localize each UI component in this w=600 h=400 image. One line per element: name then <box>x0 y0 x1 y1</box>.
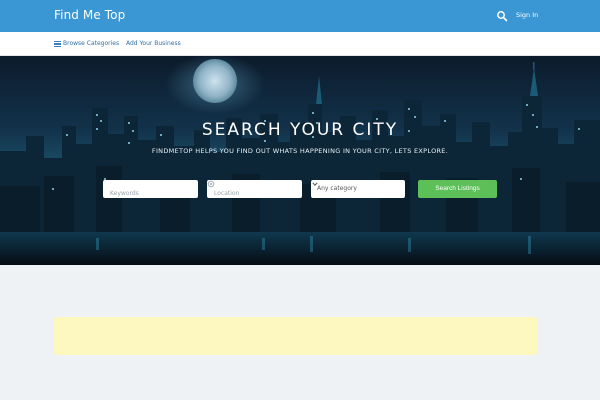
browse-categories-link[interactable]: Browse Categories <box>63 40 119 47</box>
hero-subtitle: FINDMETOP HELPS YOU FIND OUT WHATS HAPPE… <box>151 147 449 155</box>
hero-title: SEARCH YOUR CITY <box>201 120 399 140</box>
chevron-down-icon <box>312 182 318 186</box>
city-skyline-image <box>0 56 600 265</box>
location-input[interactable] <box>207 184 302 203</box>
category-select-value: Any category <box>317 185 357 192</box>
sign-in-link[interactable]: Sign In <box>516 11 538 19</box>
location-field[interactable] <box>207 180 302 203</box>
locate-me-icon[interactable] <box>207 180 215 188</box>
search-listings-button[interactable]: Search Listings <box>418 180 497 198</box>
add-business-link[interactable]: Add Your Business <box>126 40 181 47</box>
site-logo-text[interactable]: Find Me Top <box>54 8 125 22</box>
hero-banner: SEARCH YOUR CITY FINDMETOP HELPS YOU FIN… <box>0 56 600 265</box>
search-icon[interactable] <box>496 10 508 22</box>
keywords-input[interactable] <box>103 184 198 203</box>
keywords-field[interactable] <box>103 180 198 203</box>
secondary-navbar: Browse Categories Add Your Business <box>0 32 600 56</box>
hamburger-icon[interactable] <box>54 41 61 48</box>
notice-banner <box>54 317 537 355</box>
category-select[interactable]: Any category <box>311 180 405 198</box>
top-navbar: Find Me Top Sign In <box>0 0 600 32</box>
